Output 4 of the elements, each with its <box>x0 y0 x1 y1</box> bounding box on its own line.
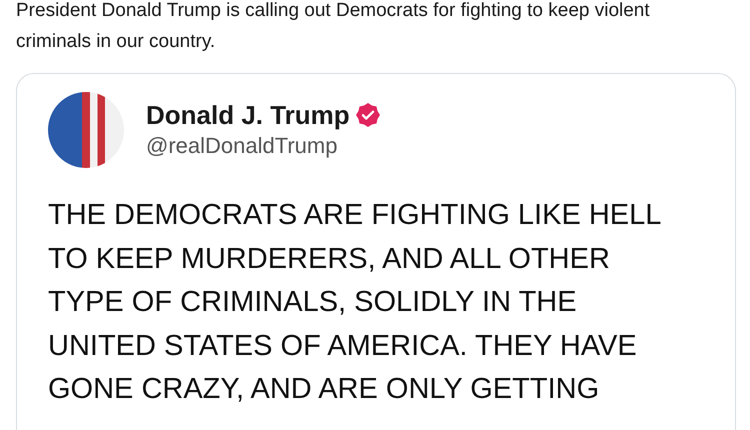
caption-text: President Donald Trump is calling out Democrats for fighting to keep violent criminals in our country. <box>15 0 651 54</box>
author-name: Donald J. Trump <box>146 99 350 131</box>
author-handle: @realDonaldTrump <box>146 132 338 160</box>
post-body-text: THE DEMOCRATS ARE FIGHTING LIKE HELL TO KEEP MURDERERS, AND ALL OTHER TYPE OF CRIMINALS, SOLIDLY IN THE UNITED STATES OF AMERICA. THEY HAVE GONE CRAZY, AND ARE ONLY GETTING <box>48 198 662 407</box>
